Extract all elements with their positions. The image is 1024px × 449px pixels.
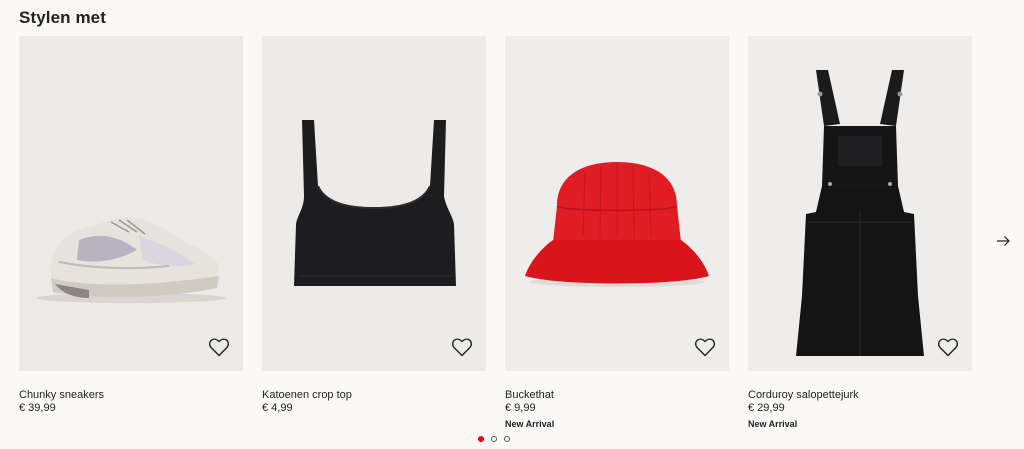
new-arrival-badge: New Arrival xyxy=(505,419,555,429)
product-card[interactable]: Chunky sneakers € 39,99 xyxy=(19,36,243,430)
product-name[interactable]: Chunky sneakers xyxy=(19,389,243,402)
product-price: € 4,99 xyxy=(262,402,293,414)
bucket-hat-image xyxy=(505,36,729,371)
carousel-pagination xyxy=(478,436,510,442)
product-name[interactable]: Buckethat xyxy=(505,389,729,402)
product-image-sneakers[interactable] xyxy=(19,36,243,371)
heart-icon xyxy=(209,338,229,357)
sneaker-image xyxy=(19,36,243,371)
crop-top-image xyxy=(262,36,486,371)
favorite-button[interactable] xyxy=(693,335,717,359)
product-card[interactable]: Katoenen crop top € 4,99 xyxy=(262,36,486,430)
product-price: € 9,99 xyxy=(505,402,536,414)
heart-icon xyxy=(452,338,472,357)
carousel-next-button[interactable] xyxy=(994,232,1012,250)
product-card[interactable]: Corduroy salopettejurk € 29,99 New Arriv… xyxy=(748,36,972,430)
section-title: Stylen met xyxy=(19,8,106,27)
overall-dress-image xyxy=(748,36,972,371)
favorite-button[interactable] xyxy=(450,335,474,359)
pagination-dot-3[interactable] xyxy=(504,436,510,442)
product-carousel: Chunky sneakers € 39,99 Katoenen crop to… xyxy=(19,36,972,430)
arrow-right-icon xyxy=(997,236,1010,246)
heart-icon xyxy=(695,338,715,357)
product-image-buckethat[interactable] xyxy=(505,36,729,371)
product-price: € 29,99 xyxy=(748,402,785,414)
product-price: € 39,99 xyxy=(19,402,56,414)
product-image-salopettejurk[interactable] xyxy=(748,36,972,371)
new-arrival-badge: New Arrival xyxy=(748,419,798,429)
product-name[interactable]: Corduroy salopettejurk xyxy=(748,389,972,402)
product-name[interactable]: Katoenen crop top xyxy=(262,389,486,402)
pagination-dot-2[interactable] xyxy=(491,436,497,442)
pagination-dot-1[interactable] xyxy=(478,436,484,442)
product-image-crop-top[interactable] xyxy=(262,36,486,371)
heart-icon xyxy=(938,338,958,357)
favorite-button[interactable] xyxy=(936,335,960,359)
favorite-button[interactable] xyxy=(207,335,231,359)
product-card[interactable]: Buckethat € 9,99 New Arrival xyxy=(505,36,729,430)
